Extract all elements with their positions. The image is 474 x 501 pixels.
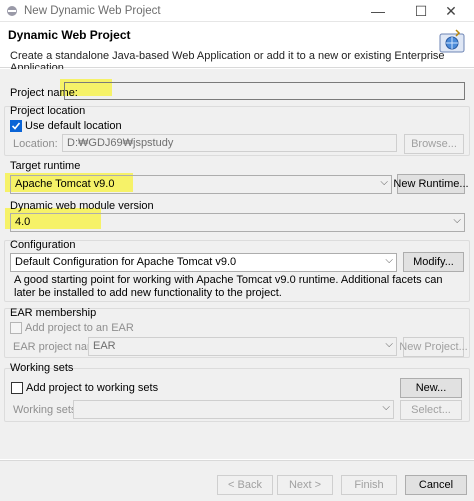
new-ear-project-button[interactable]: New Project... xyxy=(399,337,468,357)
ear-membership-label: EAR membership xyxy=(10,307,97,319)
configuration-value: Default Configuration for Apache Tomcat … xyxy=(15,256,237,268)
project-name-input[interactable] xyxy=(64,82,465,100)
window-title: New Dynamic Web Project xyxy=(24,4,161,17)
target-runtime-select[interactable]: Apache Tomcat v9.0 ⌵ xyxy=(10,175,392,194)
working-sets-field-label: Working sets: xyxy=(13,404,80,416)
back-button[interactable]: < Back xyxy=(217,475,273,495)
ear-project-value: EAR xyxy=(93,340,116,352)
add-to-working-sets-checkbox[interactable] xyxy=(11,382,23,394)
chevron-down-icon: ⌵ xyxy=(385,255,393,266)
finish-button[interactable]: Finish xyxy=(341,475,397,495)
chevron-down-icon: ⌵ xyxy=(453,215,461,226)
title-bar: New Dynamic Web Project — ☐ ✕ xyxy=(0,0,474,22)
working-sets-select[interactable]: ⌵ xyxy=(73,400,394,419)
new-working-set-button[interactable]: New... xyxy=(400,378,462,398)
chevron-down-icon: ⌵ xyxy=(382,402,390,413)
new-runtime-button[interactable]: New Runtime... xyxy=(393,174,469,194)
close-button[interactable]: ✕ xyxy=(428,0,474,22)
use-default-location-checkbox[interactable] xyxy=(10,120,22,132)
browse-button[interactable]: Browse... xyxy=(404,134,464,154)
wizard-title: Dynamic Web Project xyxy=(8,28,131,42)
add-to-ear-label: Add project to an EAR xyxy=(25,322,134,334)
web-project-banner-icon xyxy=(436,26,468,58)
module-version-select[interactable]: 4.0 ⌵ xyxy=(10,213,465,232)
location-input[interactable]: D:₩GDJ69₩jspstudy xyxy=(62,134,397,152)
cancel-button[interactable]: Cancel xyxy=(405,475,467,495)
module-version-value: 4.0 xyxy=(15,216,31,228)
configuration-description: A good starting point for working with A… xyxy=(14,274,443,299)
target-runtime-label: Target runtime xyxy=(10,160,81,172)
configuration-label: Configuration xyxy=(10,239,76,251)
modify-button[interactable]: Modify... xyxy=(403,252,464,272)
add-to-working-sets-label: Add project to working sets xyxy=(26,382,159,394)
chevron-down-icon: ⌵ xyxy=(380,177,388,188)
add-to-ear-checkbox[interactable] xyxy=(10,322,22,334)
minimize-button[interactable]: — xyxy=(355,0,401,22)
module-version-label: Dynamic web module version xyxy=(10,200,154,212)
ear-project-select[interactable]: EAR ⌵ xyxy=(88,337,397,356)
project-location-label: Project location xyxy=(10,105,86,117)
use-default-location-label: Use default location xyxy=(25,120,122,132)
wizard-header: Dynamic Web Project Create a standalone … xyxy=(0,22,474,74)
select-working-sets-button[interactable]: Select... xyxy=(400,400,462,420)
target-runtime-value: Apache Tomcat v9.0 xyxy=(15,178,115,190)
checkmark-icon xyxy=(11,122,21,130)
chevron-down-icon: ⌵ xyxy=(385,339,393,350)
next-button[interactable]: Next > xyxy=(277,475,333,495)
location-label: Location: xyxy=(13,138,58,150)
eclipse-icon xyxy=(5,4,19,18)
working-sets-label: Working sets xyxy=(10,362,74,374)
configuration-select[interactable]: Default Configuration for Apache Tomcat … xyxy=(10,253,397,272)
